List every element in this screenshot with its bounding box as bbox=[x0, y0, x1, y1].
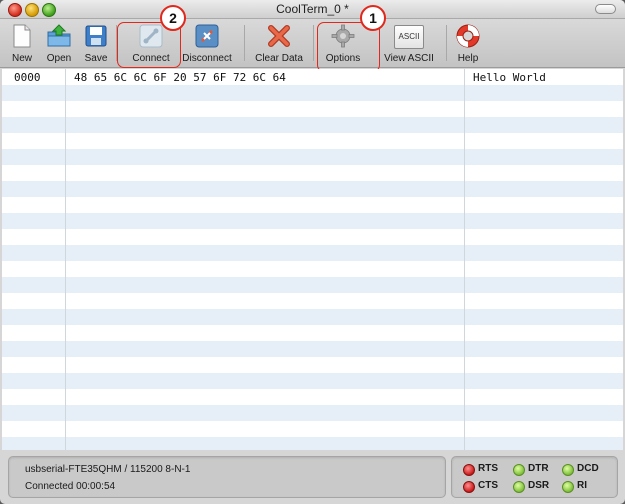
disconnect-label: Disconnect bbox=[182, 53, 232, 64]
save-disk-icon bbox=[85, 25, 107, 47]
new-document-icon bbox=[13, 24, 31, 48]
toolbar-separator bbox=[446, 25, 447, 61]
ascii-icon: ASCII bbox=[394, 25, 424, 49]
clear-data-button[interactable]: Clear Data bbox=[250, 19, 308, 67]
data-view-rows bbox=[2, 69, 623, 450]
help-label: Help bbox=[457, 53, 479, 64]
window-title: CoolTerm_0 * bbox=[276, 2, 349, 16]
port-settings-text: usbserial-FTE35QHM / 115200 8-N-1 bbox=[25, 464, 191, 475]
data-view-stripe bbox=[2, 373, 623, 389]
signal-indicators-panel: RTS DTR DCD CTS DSR RI bbox=[451, 456, 618, 498]
new-button[interactable]: New bbox=[8, 19, 36, 67]
step-2-badge: 2 bbox=[160, 5, 186, 31]
row-offset: 0000 bbox=[14, 71, 41, 84]
view-ascii-label: View ASCII bbox=[384, 53, 434, 64]
save-label: Save bbox=[84, 53, 108, 64]
toolbar-toggle-button[interactable] bbox=[595, 4, 616, 14]
data-view-stripe bbox=[2, 325, 623, 341]
row-ascii: Hello World bbox=[473, 71, 546, 84]
dcd-led-icon bbox=[562, 464, 574, 476]
data-view-stripe bbox=[2, 133, 623, 149]
cts-label: CTS bbox=[478, 480, 498, 491]
open-label: Open bbox=[46, 53, 72, 64]
toolbar-separator bbox=[313, 25, 314, 61]
data-view-stripe bbox=[2, 213, 623, 229]
help-lifebuoy-icon bbox=[456, 24, 480, 48]
connection-status-panel: usbserial-FTE35QHM / 115200 8-N-1 Connec… bbox=[8, 456, 446, 498]
ri-led-icon bbox=[562, 481, 574, 493]
dtr-label: DTR bbox=[528, 463, 549, 474]
open-folder-icon bbox=[47, 24, 71, 47]
step-1-badge: 1 bbox=[360, 5, 386, 31]
offset-column-divider bbox=[65, 69, 66, 450]
data-view-stripe bbox=[2, 405, 623, 421]
row-hex: 48 65 6C 6C 6F 20 57 6F 72 6C 64 bbox=[74, 71, 286, 84]
connection-time-text: Connected 00:00:54 bbox=[25, 481, 116, 492]
data-view-stripe bbox=[2, 101, 623, 117]
new-label: New bbox=[11, 53, 32, 64]
data-view-stripe bbox=[2, 181, 623, 197]
rts-led-icon[interactable] bbox=[463, 464, 475, 476]
data-view-stripe bbox=[2, 117, 623, 133]
data-view-stripe bbox=[2, 309, 623, 325]
dcd-label: DCD bbox=[577, 463, 599, 474]
data-view-stripe bbox=[2, 197, 623, 213]
clear-x-icon bbox=[268, 25, 290, 47]
data-view-stripe bbox=[2, 341, 623, 357]
clear-data-label: Clear Data bbox=[255, 53, 303, 64]
data-view-stripe bbox=[2, 85, 623, 101]
data-view-stripe bbox=[2, 165, 623, 181]
dtr-led-icon[interactable] bbox=[513, 464, 525, 476]
save-button[interactable]: Save bbox=[82, 19, 110, 67]
rts-label: RTS bbox=[478, 463, 498, 474]
data-view-stripe bbox=[2, 293, 623, 309]
data-view-stripe bbox=[2, 229, 623, 245]
data-view-stripe bbox=[2, 261, 623, 277]
data-view-stripe bbox=[2, 245, 623, 261]
data-view[interactable]: 0000 48 65 6C 6C 6F 20 57 6F 72 6C 64 He… bbox=[2, 69, 623, 450]
ascii-column-divider bbox=[464, 69, 465, 450]
data-view-stripe bbox=[2, 277, 623, 293]
data-view-stripe bbox=[2, 357, 623, 373]
data-view-stripe bbox=[2, 149, 623, 165]
toolbar: New Open Save Connect Disconnect Clear D… bbox=[0, 19, 625, 68]
dsr-led-icon bbox=[513, 481, 525, 493]
dsr-label: DSR bbox=[528, 480, 550, 491]
data-view-stripe bbox=[2, 389, 623, 405]
title-bar: CoolTerm_0 * bbox=[0, 0, 625, 19]
ri-label: RI bbox=[577, 480, 587, 491]
app-window: CoolTerm_0 * New Open Save Connect Disco… bbox=[0, 0, 625, 504]
help-button[interactable]: Help bbox=[453, 19, 483, 67]
data-view-stripe bbox=[2, 421, 623, 437]
disconnect-button[interactable]: Disconnect bbox=[180, 19, 234, 67]
toolbar-separator bbox=[244, 25, 245, 61]
data-view-stripe bbox=[2, 437, 623, 450]
cts-led-icon bbox=[463, 481, 475, 493]
disconnect-plug-icon bbox=[195, 24, 219, 48]
view-ascii-button[interactable]: ASCII View ASCII bbox=[380, 19, 438, 67]
open-button[interactable]: Open bbox=[42, 19, 76, 67]
